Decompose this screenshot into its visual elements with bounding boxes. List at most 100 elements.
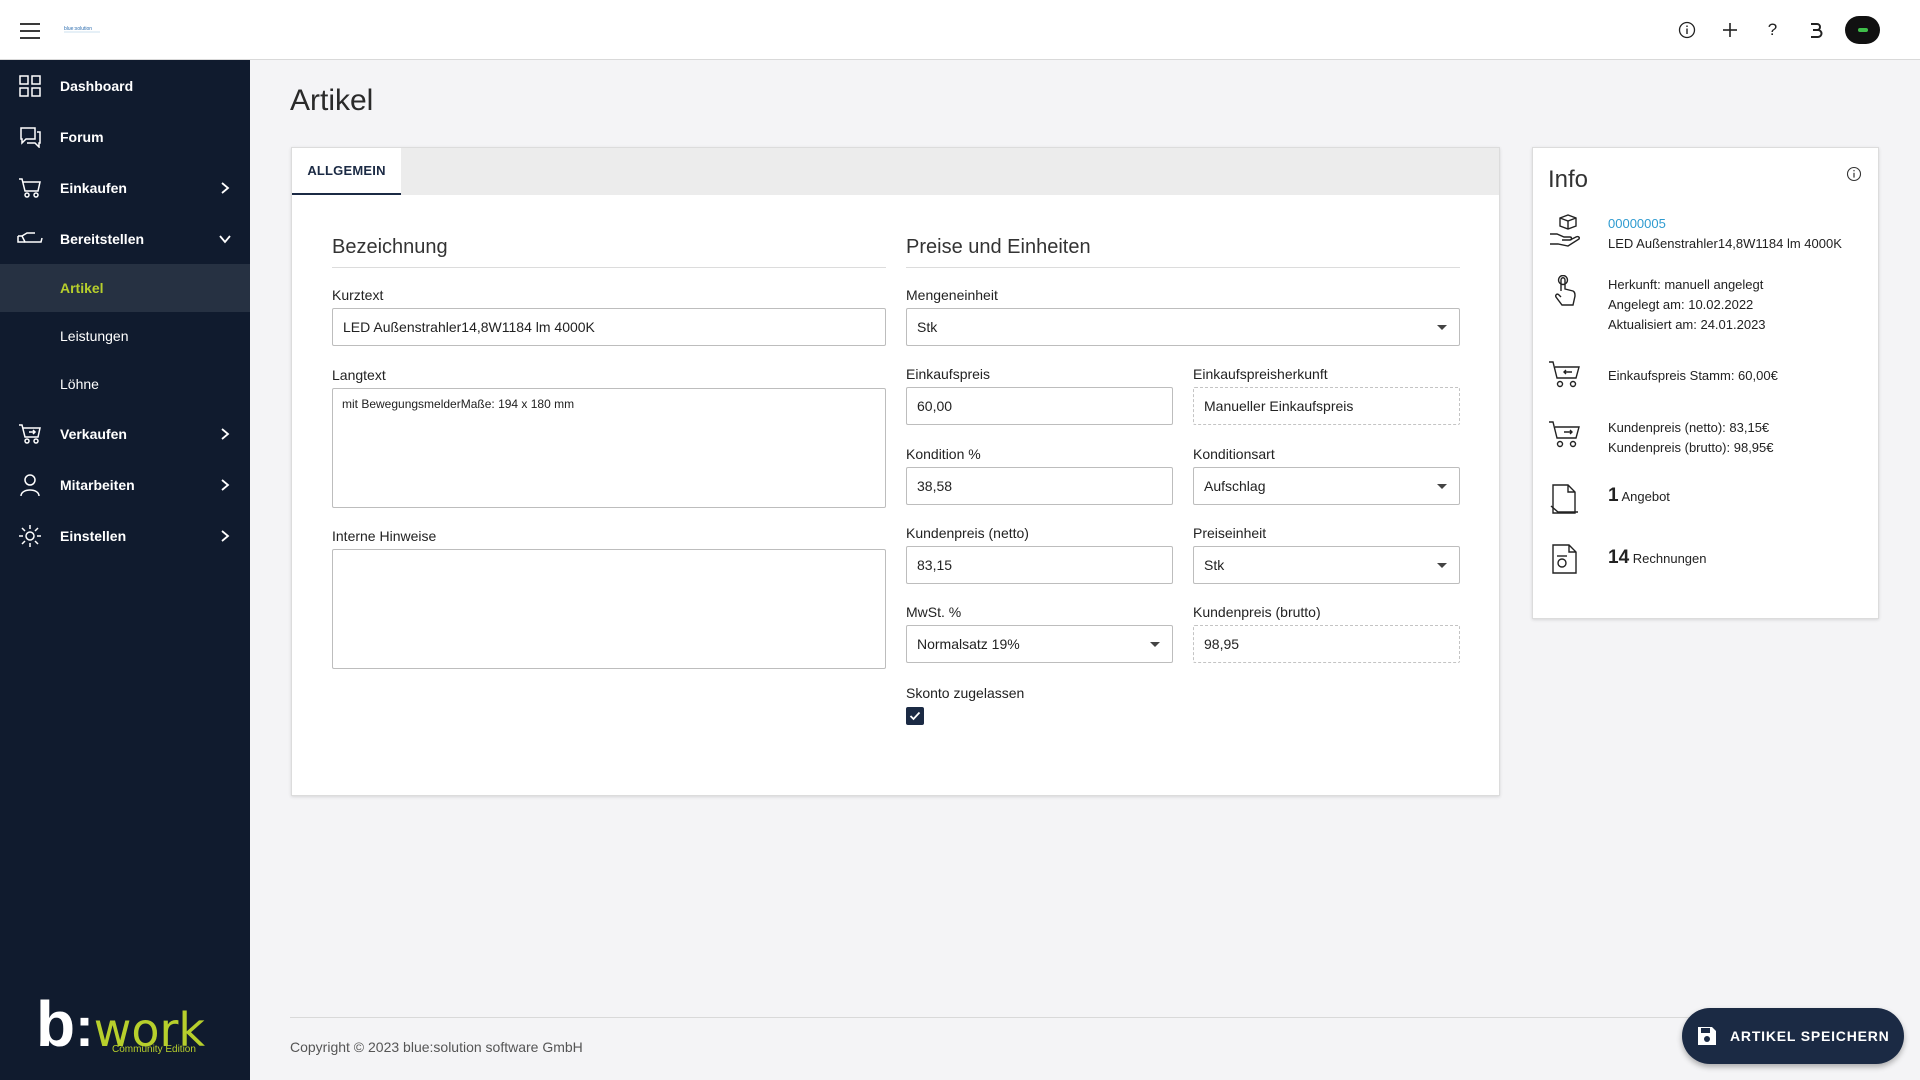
- sidebar-item-einstellen[interactable]: Einstellen: [0, 510, 250, 561]
- article-name: LED Außenstrahler14,8W1184 lm 4000K: [1608, 236, 1842, 251]
- sidebar-item-verkaufen[interactable]: Verkaufen: [0, 408, 250, 459]
- logo-b: b: [36, 988, 76, 1060]
- footer-divider: [290, 1017, 1890, 1018]
- help-icon[interactable]: ?: [1751, 14, 1794, 46]
- info-kundenpreis-text: Kundenpreis (netto): 83,15€ Kundenpreis …: [1608, 418, 1774, 458]
- gear-icon: [17, 523, 43, 549]
- sidebar-item-label: Mitarbeiten: [60, 476, 135, 493]
- forum-icon: [17, 124, 43, 150]
- mwst-label: MwSt. %: [906, 604, 962, 620]
- dropdown-arrow-icon: [1150, 642, 1160, 647]
- kurztext-label: Kurztext: [332, 287, 384, 303]
- sidebar-item-dashboard[interactable]: Dashboard: [0, 60, 250, 111]
- save-button-label: ARTIKEL SPEICHERN: [1730, 1028, 1890, 1044]
- kondition-input[interactable]: 38,58: [906, 467, 1173, 505]
- chevron-right-icon: [221, 427, 230, 440]
- select-value: Stk: [917, 319, 938, 335]
- avatar[interactable]: [1845, 16, 1880, 44]
- chevron-right-icon: [221, 478, 230, 491]
- tab-bar: ALLGEMEIN: [292, 148, 1499, 195]
- logo-edition: Community Edition: [112, 1044, 196, 1055]
- touch-icon: [1555, 275, 1576, 306]
- einkaufspreisherkunft-field: Manueller Einkaufspreis: [1193, 387, 1460, 425]
- kundenpreis-netto-input[interactable]: 83,15: [906, 546, 1173, 584]
- kurztext-input[interactable]: LED Außenstrahler14,8W1184 lm 4000K: [332, 308, 886, 346]
- skonto-label: Skonto zugelassen: [906, 685, 1025, 701]
- sidebar-subitem-artikel[interactable]: Artikel: [0, 264, 250, 312]
- sidebar-item-label: Leistungen: [60, 328, 129, 344]
- article-number-link[interactable]: 00000005: [1608, 214, 1842, 234]
- sidebar-subitem-loehne[interactable]: Löhne: [0, 360, 250, 408]
- interne-hinweise-label: Interne Hinweise: [332, 528, 437, 544]
- copyright: Copyright © 2023 blue:solution software …: [290, 1039, 583, 1055]
- page-title: Artikel: [290, 84, 374, 117]
- sidebar-item-label: Forum: [60, 128, 104, 145]
- langtext-textarea[interactable]: mit BewegungsmelderMaße: 194 x 180 mm: [332, 388, 886, 508]
- chevron-right-icon: [221, 181, 230, 194]
- sidebar-item-bereitstellen[interactable]: Bereitstellen: [0, 213, 250, 264]
- sidebar: Dashboard Forum Einkaufen Bereitstellen …: [0, 60, 250, 1080]
- kundenpreis-netto-text: Kundenpreis (netto): 83,15€: [1608, 420, 1770, 435]
- kundenpreis-brutto-text: Kundenpreis (brutto): 98,95€: [1608, 440, 1774, 455]
- sidebar-item-label: Einkaufen: [60, 179, 127, 196]
- info-title: Info: [1548, 166, 1589, 193]
- sidebar-item-mitarbeiten[interactable]: Mitarbeiten: [0, 459, 250, 510]
- skonto-checkbox[interactable]: [906, 707, 924, 725]
- rechnungen-text: 14 Rechnungen: [1608, 548, 1707, 569]
- einkaufspreis-label: Einkaufspreis: [906, 366, 991, 382]
- info-circle-icon[interactable]: [1846, 166, 1862, 182]
- select-value: Aufschlag: [1204, 478, 1266, 494]
- dropdown-arrow-icon: [1437, 325, 1447, 330]
- einkaufspreis-input[interactable]: 60,00: [906, 387, 1173, 425]
- tray-icon: [17, 226, 43, 252]
- sidebar-item-forum[interactable]: Forum: [0, 111, 250, 162]
- person-icon: [17, 472, 43, 498]
- menu-icon[interactable]: [18, 20, 42, 40]
- top-actions: ?: [1665, 14, 1880, 46]
- info-origin-text: Herkunft: manuell angelegt Angelegt am: …: [1608, 275, 1766, 335]
- sidebar-item-label: Dashboard: [60, 77, 134, 94]
- konditionsart-select[interactable]: Aufschlag: [1193, 467, 1460, 505]
- bwork-logo: b:work Community Edition: [36, 992, 205, 1059]
- divider: [332, 267, 886, 268]
- sidebar-item-label: Verkaufen: [60, 425, 127, 442]
- info-angebot[interactable]: 1 Angebot: [1548, 482, 1868, 518]
- sidebar-item-label: Artikel: [60, 280, 104, 296]
- angebot-text: 1 Angebot: [1608, 486, 1670, 507]
- kundenpreis-netto-label: Kundenpreis (netto): [906, 525, 1029, 541]
- kondition-label: Kondition %: [906, 446, 981, 462]
- konditionsart-label: Konditionsart: [1193, 446, 1275, 462]
- info-card: Info 00000005 LED Außenstrahler14,8W1184…: [1532, 147, 1879, 619]
- b-logo-icon[interactable]: [1794, 14, 1837, 46]
- plus-icon[interactable]: [1708, 14, 1751, 46]
- dashboard-icon: [17, 73, 43, 99]
- info-circle-icon[interactable]: [1665, 14, 1708, 46]
- save-icon: [1698, 1027, 1716, 1045]
- sidebar-item-einkaufen[interactable]: Einkaufen: [0, 162, 250, 213]
- info-rechnungen[interactable]: 14 Rechnungen: [1548, 542, 1868, 578]
- info-article: 00000005 LED Außenstrahler14,8W1184 lm 4…: [1548, 214, 1868, 256]
- cart-in-icon: [1549, 361, 1580, 388]
- kundenpreis-brutto-field: 98,95: [1193, 625, 1460, 663]
- interne-hinweise-textarea[interactable]: [332, 549, 886, 669]
- info-article-text: 00000005 LED Außenstrahler14,8W1184 lm 4…: [1608, 214, 1842, 254]
- divider: [906, 267, 1460, 268]
- tab-allgemein[interactable]: ALLGEMEIN: [292, 148, 401, 195]
- info-origin: Herkunft: manuell angelegt Angelegt am: …: [1548, 275, 1868, 337]
- aktualisiert-text: Aktualisiert am: 24.01.2023: [1608, 317, 1766, 332]
- section-title-bezeichnung: Bezeichnung: [332, 236, 448, 258]
- rechnungen-label: Rechnungen: [1632, 551, 1707, 566]
- sidebar-item-label: Bereitstellen: [60, 230, 145, 247]
- preiseinheit-select[interactable]: Stk: [1193, 546, 1460, 584]
- einkaufspreisherkunft-label: Einkaufspreisherkunft: [1193, 366, 1328, 382]
- company-logo[interactable]: blue:solution: [62, 20, 102, 36]
- mengeneinheit-select[interactable]: Stk: [906, 308, 1460, 346]
- check-icon: [909, 711, 921, 721]
- mwst-select[interactable]: Normalsatz 19%: [906, 625, 1173, 663]
- box-hand-icon: [1550, 214, 1580, 247]
- cart-out-icon: [17, 421, 43, 447]
- sidebar-subitem-leistungen[interactable]: Leistungen: [0, 312, 250, 360]
- angebot-label: Angebot: [1621, 489, 1670, 504]
- save-article-button[interactable]: ARTIKEL SPEICHERN: [1682, 1008, 1904, 1064]
- kundenpreis-brutto-label: Kundenpreis (brutto): [1193, 604, 1321, 620]
